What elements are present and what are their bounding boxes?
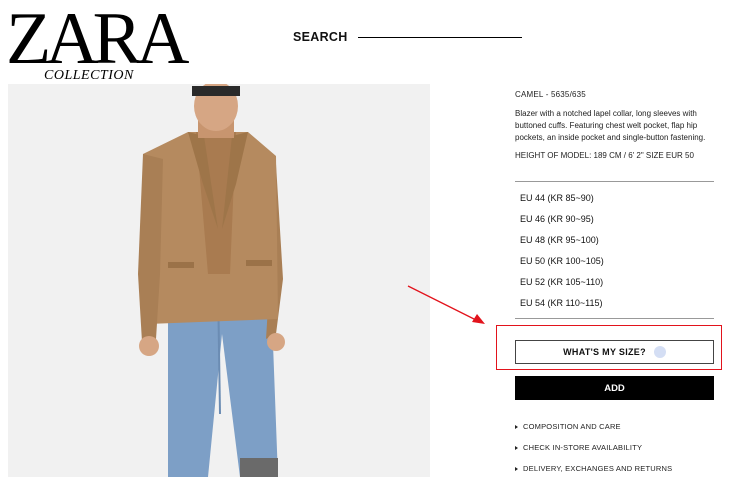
caret-right-icon [515, 466, 518, 471]
product-description: Blazer with a notched lapel collar, long… [515, 109, 706, 142]
size-option[interactable]: EU 54 (KR 110~115) [520, 293, 604, 314]
search-underline [357, 36, 522, 38]
size-option[interactable]: EU 50 (KR 100~105) [520, 251, 604, 272]
composition-care-link[interactable]: COMPOSITION AND CARE [515, 422, 621, 431]
divider [515, 318, 714, 319]
delivery-returns-link[interactable]: DELIVERY, EXCHANGES AND RETURNS [515, 464, 672, 473]
store-availability-link[interactable]: CHECK IN-STORE AVAILABILITY [515, 443, 642, 452]
link-label: COMPOSITION AND CARE [523, 422, 621, 431]
logo-wordmark: ZARA [6, 0, 189, 80]
search-button[interactable]: SEARCH [293, 30, 522, 44]
zara-logo[interactable]: ZARA COLLECTION 19 [6, 2, 189, 99]
size-option[interactable]: EU 48 (KR 95~100) [520, 230, 604, 251]
size-option[interactable]: EU 52 (KR 105~110) [520, 272, 604, 293]
caret-right-icon [515, 445, 518, 450]
product-color-reference: CAMEL - 5635/635 [515, 90, 586, 99]
link-label: CHECK IN-STORE AVAILABILITY [523, 443, 643, 452]
divider [515, 181, 714, 182]
product-image [8, 84, 430, 477]
size-list: EU 44 (KR 85~90) EU 46 (KR 90~95) EU 48 … [520, 188, 604, 314]
annotation-highlight-box [496, 325, 722, 370]
caret-right-icon [515, 424, 518, 429]
model-illustration [8, 84, 430, 477]
size-option[interactable]: EU 44 (KR 85~90) [520, 188, 604, 209]
link-label: DELIVERY, EXCHANGES AND RETURNS [523, 464, 673, 473]
model-height: HEIGHT OF MODEL: 189 CM / 6' 2" SIZE EUR… [515, 151, 694, 160]
add-label: ADD [604, 382, 625, 394]
search-label: SEARCH [293, 30, 348, 44]
size-option[interactable]: EU 46 (KR 90~95) [520, 209, 604, 230]
add-to-cart-button[interactable]: ADD [515, 376, 714, 400]
